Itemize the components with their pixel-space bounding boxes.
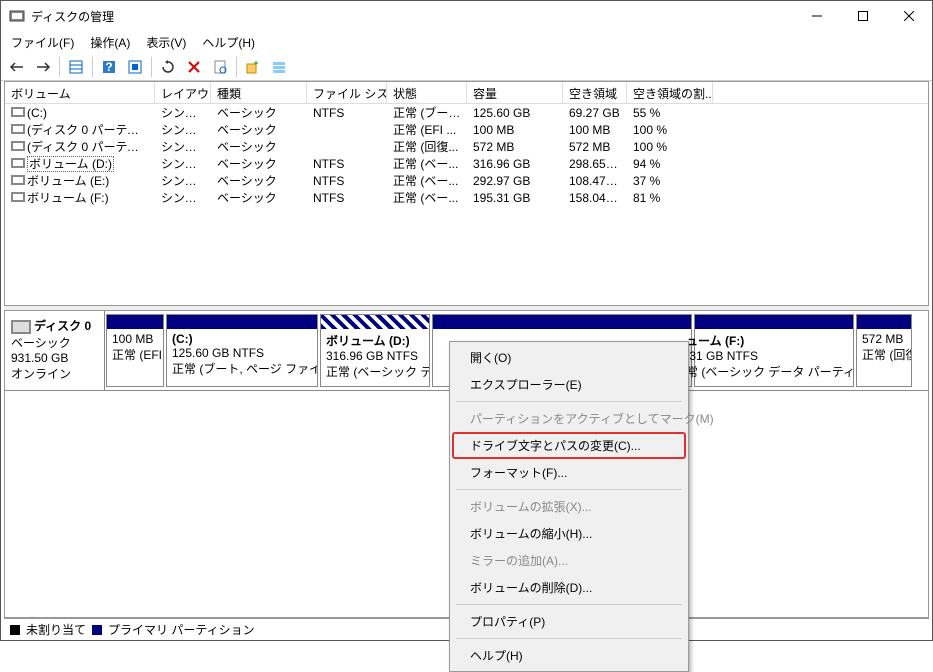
- new-volume-icon[interactable]: [241, 55, 265, 79]
- disk-info: ディスク 0 ベーシック 931.50 GB オンライン: [5, 311, 105, 390]
- partition[interactable]: 100 MB正常 (EFI: [106, 314, 164, 387]
- help-icon[interactable]: ?: [97, 55, 121, 79]
- delete-icon[interactable]: [182, 55, 206, 79]
- disk-size: 931.50 GB: [11, 351, 98, 365]
- menu-action[interactable]: 操作(A): [84, 32, 136, 53]
- toolbar: ?: [1, 53, 932, 81]
- partition[interactable]: ューム (F:).31 GB NTFS常 (ベーシック データ パーティシ: [694, 314, 854, 387]
- ctx-mirror: ミラーの追加(A)...: [452, 547, 686, 574]
- col-type[interactable]: 種類: [211, 82, 307, 103]
- menubar: ファイル(F) 操作(A) 表示(V) ヘルプ(H): [1, 31, 932, 53]
- col-capacity[interactable]: 容量: [467, 82, 563, 103]
- view-list-button[interactable]: [64, 55, 88, 79]
- legend-primary-icon: [92, 625, 102, 635]
- volume-list: ボリューム レイアウト 種類 ファイル システム 状態 容量 空き領域 空き領域…: [4, 81, 929, 306]
- table-row[interactable]: ボリューム (F:)シンプルベーシックNTFS正常 (ベー...195.31 G…: [5, 189, 928, 206]
- svg-text:?: ?: [105, 60, 112, 74]
- menu-help[interactable]: ヘルプ(H): [196, 32, 261, 53]
- back-button[interactable]: [5, 55, 29, 79]
- minimize-button[interactable]: [794, 1, 840, 31]
- ctx-shrink[interactable]: ボリュームの縮小(H)...: [452, 520, 686, 547]
- legend-unallocated-icon: [10, 625, 20, 635]
- close-button[interactable]: [886, 1, 932, 31]
- legend-primary-label: プライマリ パーティション: [108, 621, 255, 638]
- partition[interactable]: (C:)125.60 GB NTFS正常 (ブート, ページ ファイル, クラ: [166, 314, 318, 387]
- refresh-icon[interactable]: [156, 55, 180, 79]
- col-freepct[interactable]: 空き領域の割...: [627, 82, 713, 103]
- ctx-delete[interactable]: ボリュームの削除(D)...: [452, 574, 686, 601]
- ctx-explorer[interactable]: エクスプローラー(E): [452, 371, 686, 398]
- partition[interactable]: 572 MB正常 (回復パ: [856, 314, 912, 387]
- menu-view[interactable]: 表示(V): [140, 32, 192, 53]
- table-row[interactable]: (ディスク 0 パーティシ...シンプルベーシック正常 (EFI ...100 …: [5, 121, 928, 138]
- titlebar: ディスクの管理: [1, 1, 932, 31]
- maximize-button[interactable]: [840, 1, 886, 31]
- properties-icon[interactable]: [208, 55, 232, 79]
- legend-unallocated-label: 未割り当て: [26, 621, 86, 638]
- ctx-change-drive-letter[interactable]: ドライブ文字とパスの変更(C)...: [452, 432, 686, 459]
- partition[interactable]: ボリューム (D:)316.96 GB NTFS正常 (ベーシック デ: [320, 314, 430, 387]
- disk-name: ディスク 0: [34, 319, 91, 333]
- window-title: ディスクの管理: [31, 8, 794, 25]
- menu-file[interactable]: ファイル(F): [5, 32, 80, 53]
- disk-type: ベーシック: [11, 334, 98, 351]
- disk-status: オンライン: [11, 365, 98, 382]
- settings-icon[interactable]: [123, 55, 147, 79]
- ctx-help[interactable]: ヘルプ(H): [452, 642, 686, 669]
- ctx-open[interactable]: 開く(O): [452, 344, 686, 371]
- table-row[interactable]: ボリューム (D:)シンプルベーシックNTFS正常 (ベー...316.96 G…: [5, 155, 928, 172]
- col-status[interactable]: 状態: [387, 82, 467, 103]
- col-free[interactable]: 空き領域: [563, 82, 627, 103]
- disk-list-icon[interactable]: [267, 55, 291, 79]
- table-row[interactable]: (C:)シンプルベーシックNTFS正常 (ブート...125.60 GB69.2…: [5, 104, 928, 121]
- ctx-mark-active: パーティションをアクティブとしてマーク(M): [452, 405, 686, 432]
- context-menu: 開く(O) エクスプローラー(E) パーティションをアクティブとしてマーク(M)…: [449, 341, 689, 672]
- table-row[interactable]: (ディスク 0 パーティシ...シンプルベーシック正常 (回復...572 MB…: [5, 138, 928, 155]
- col-fs[interactable]: ファイル システム: [307, 82, 387, 103]
- disk-icon: [11, 320, 31, 334]
- ctx-properties[interactable]: プロパティ(P): [452, 608, 686, 635]
- app-icon: [9, 8, 25, 24]
- table-row[interactable]: ボリューム (E:)シンプルベーシックNTFS正常 (ベー...292.97 G…: [5, 172, 928, 189]
- ctx-format[interactable]: フォーマット(F)...: [452, 459, 686, 486]
- col-volume[interactable]: ボリューム: [5, 82, 155, 103]
- forward-button[interactable]: [31, 55, 55, 79]
- list-header: ボリューム レイアウト 種類 ファイル システム 状態 容量 空き領域 空き領域…: [5, 82, 928, 104]
- col-layout[interactable]: レイアウト: [155, 82, 211, 103]
- ctx-extend: ボリュームの拡張(X)...: [452, 493, 686, 520]
